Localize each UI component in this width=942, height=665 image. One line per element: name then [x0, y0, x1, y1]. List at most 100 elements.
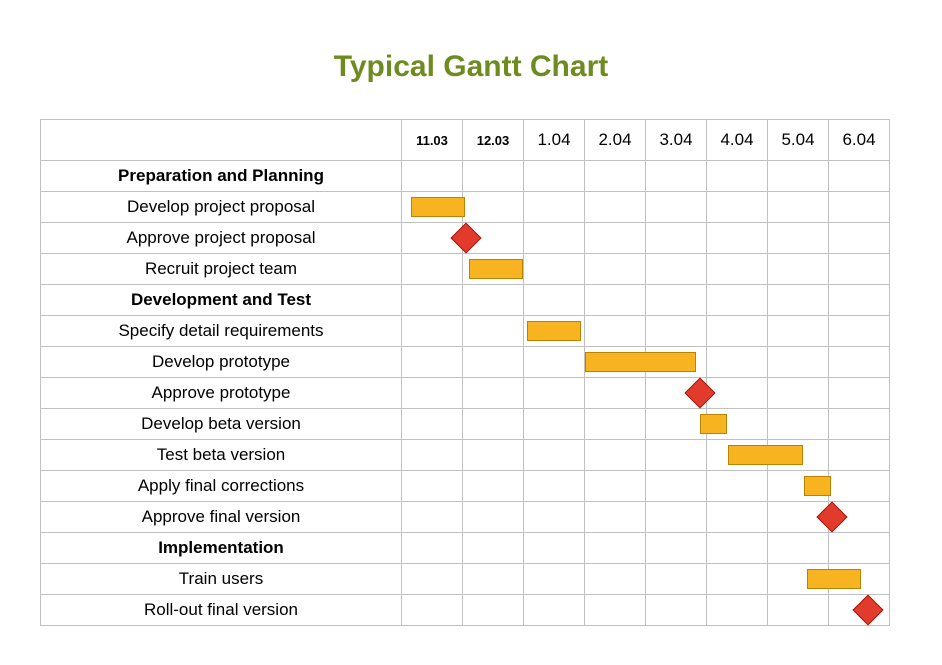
gantt-cell [585, 347, 646, 378]
gantt-cell [829, 471, 890, 502]
gantt-cell [463, 316, 524, 347]
gantt-cell [768, 409, 829, 440]
gantt-cell [829, 316, 890, 347]
gantt-task-row: Develop project proposal [41, 192, 890, 223]
gantt-cell [585, 254, 646, 285]
gantt-cell [646, 409, 707, 440]
time-column-header: 5.04 [768, 120, 829, 161]
gantt-cell [707, 533, 768, 564]
gantt-cell [646, 471, 707, 502]
gantt-cell [585, 595, 646, 626]
gantt-cell [585, 440, 646, 471]
gantt-cell [829, 378, 890, 409]
gantt-cell [585, 161, 646, 192]
gantt-cell [463, 533, 524, 564]
gantt-cell [646, 316, 707, 347]
gantt-cell [829, 440, 890, 471]
gantt-cell [524, 285, 585, 316]
group-label: Development and Test [41, 285, 402, 316]
gantt-cell [524, 595, 585, 626]
gantt-cell [402, 502, 463, 533]
gantt-cell [463, 161, 524, 192]
gantt-cell [524, 316, 585, 347]
gantt-cell [524, 254, 585, 285]
gantt-cell [585, 223, 646, 254]
gantt-cell [707, 471, 768, 502]
task-label: Apply final corrections [41, 471, 402, 502]
gantt-cell [524, 192, 585, 223]
gantt-cell [585, 285, 646, 316]
gantt-task-row: Recruit project team [41, 254, 890, 285]
gantt-cell [585, 378, 646, 409]
gantt-task-row: Approve final version [41, 502, 890, 533]
task-label: Approve final version [41, 502, 402, 533]
gantt-task-row: Roll-out final version [41, 595, 890, 626]
time-column-header: 3.04 [646, 120, 707, 161]
gantt-cell [768, 192, 829, 223]
gantt-cell [402, 316, 463, 347]
gantt-task-row: Specify detail requirements [41, 316, 890, 347]
gantt-chart-table: 11.0312.031.042.043.044.045.046.04 Prepa… [40, 119, 890, 626]
gantt-cell [402, 347, 463, 378]
gantt-cell [646, 161, 707, 192]
gantt-cell [646, 254, 707, 285]
gantt-cell [768, 440, 829, 471]
gantt-cell [829, 595, 890, 626]
task-label: Develop project proposal [41, 192, 402, 223]
task-label: Approve prototype [41, 378, 402, 409]
gantt-bar [411, 197, 465, 217]
gantt-cell [707, 347, 768, 378]
gantt-cell [707, 161, 768, 192]
gantt-cell [463, 347, 524, 378]
gantt-bar [804, 476, 831, 496]
gantt-cell [585, 533, 646, 564]
gantt-cell [768, 254, 829, 285]
gantt-cell [524, 161, 585, 192]
gantt-cell [707, 378, 768, 409]
gantt-task-row: Approve project proposal [41, 223, 890, 254]
gantt-cell [463, 285, 524, 316]
gantt-cell [463, 502, 524, 533]
gantt-cell [463, 409, 524, 440]
gantt-cell [463, 471, 524, 502]
gantt-cell [768, 595, 829, 626]
task-label: Roll-out final version [41, 595, 402, 626]
gantt-cell [646, 285, 707, 316]
gantt-task-row: Develop prototype [41, 347, 890, 378]
gantt-cell [585, 409, 646, 440]
gantt-cell [585, 316, 646, 347]
milestone-diamond-icon [852, 594, 883, 625]
chart-title: Typical Gantt Chart [20, 50, 922, 84]
gantt-task-row: Develop beta version [41, 409, 890, 440]
gantt-cell [829, 254, 890, 285]
gantt-cell [707, 285, 768, 316]
group-label: Preparation and Planning [41, 161, 402, 192]
gantt-group-row: Development and Test [41, 285, 890, 316]
time-column-header: 1.04 [524, 120, 585, 161]
gantt-cell [768, 161, 829, 192]
gantt-cell [463, 223, 524, 254]
gantt-cell [646, 223, 707, 254]
gantt-cell [463, 440, 524, 471]
task-label: Develop prototype [41, 347, 402, 378]
gantt-cell [463, 595, 524, 626]
task-label: Specify detail requirements [41, 316, 402, 347]
gantt-cell [707, 409, 768, 440]
gantt-cell [707, 502, 768, 533]
gantt-cell [829, 285, 890, 316]
gantt-cell [646, 533, 707, 564]
gantt-cell [768, 347, 829, 378]
gantt-cell [402, 161, 463, 192]
gantt-cell [524, 533, 585, 564]
task-label: Test beta version [41, 440, 402, 471]
gantt-cell [829, 161, 890, 192]
task-label: Recruit project team [41, 254, 402, 285]
gantt-cell [707, 192, 768, 223]
task-label: Develop beta version [41, 409, 402, 440]
gantt-cell [707, 223, 768, 254]
gantt-cell [707, 440, 768, 471]
time-column-header: 12.03 [463, 120, 524, 161]
gantt-cell [402, 254, 463, 285]
gantt-cell [829, 533, 890, 564]
gantt-cell [402, 378, 463, 409]
